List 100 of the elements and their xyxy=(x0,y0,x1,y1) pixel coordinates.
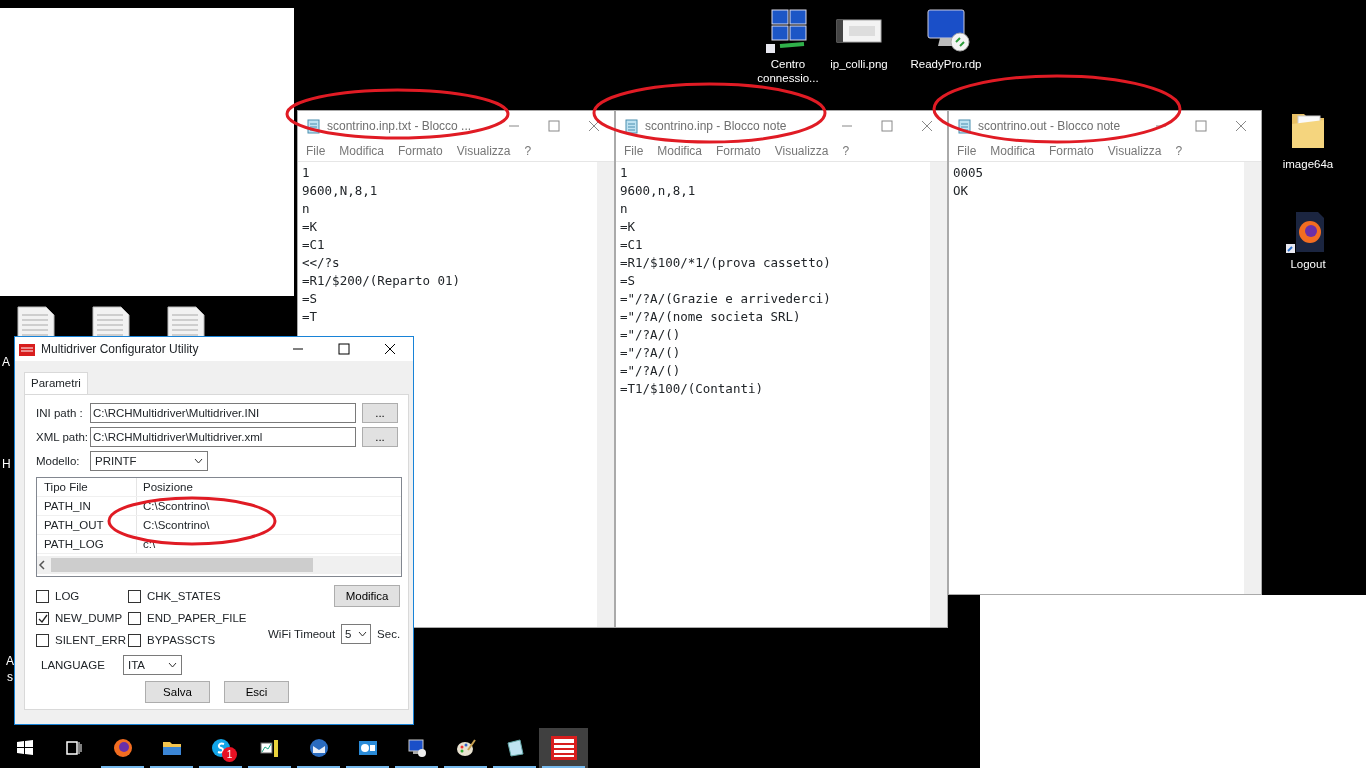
menu-item[interactable]: ? xyxy=(524,142,532,160)
checkbox[interactable] xyxy=(128,589,141,603)
text-line: ="/?A/() xyxy=(620,344,682,362)
table-cell: PATH_OUT xyxy=(37,516,137,535)
checkbox[interactable] xyxy=(36,611,49,625)
rch-app-icon[interactable] xyxy=(550,736,577,760)
scrollbar[interactable] xyxy=(1244,162,1261,594)
icon-label[interactable]: Centro connessio... xyxy=(752,57,824,85)
task-view-icon[interactable] xyxy=(63,738,84,758)
checkbox-label[interactable]: LOG xyxy=(55,587,80,605)
notepad-icon[interactable] xyxy=(504,738,525,758)
check-icon xyxy=(37,613,48,623)
maximize-icon[interactable] xyxy=(338,343,350,355)
menu-item[interactable]: Modifica xyxy=(990,142,1036,160)
icon-label[interactable]: ReadyPro.rdp xyxy=(910,57,982,71)
text-line: =T1/$100/(Contanti) xyxy=(620,380,764,398)
modifica-button[interactable]: Modifica xyxy=(334,585,401,608)
text-line: 9600,n,8,1 xyxy=(620,182,697,200)
menu-item[interactable]: Modifica xyxy=(339,142,385,160)
text-line: ="/?A/(Grazie e arrivederci) xyxy=(620,290,832,308)
taskbar-button[interactable]: 1 xyxy=(196,728,245,768)
timeout-dropdown[interactable]: 5 xyxy=(341,624,372,645)
menu-item[interactable]: Formato xyxy=(1049,142,1094,160)
presentation-icon[interactable] xyxy=(357,738,378,758)
menu-item[interactable]: File xyxy=(957,142,977,160)
menu-item[interactable]: Visualizza xyxy=(1107,142,1162,160)
text-line: ="/?A/() xyxy=(620,362,682,380)
icon-label[interactable]: A xyxy=(2,353,10,371)
column-header[interactable]: Posizione xyxy=(137,478,193,496)
checkbox-label[interactable]: SILENT_ERR xyxy=(55,631,126,649)
notepad-icon xyxy=(306,117,321,135)
firefox-icon[interactable] xyxy=(112,738,133,758)
window-title: scontrino.inp - Blocco note xyxy=(645,118,788,135)
browse-button[interactable]: ... xyxy=(362,427,398,448)
remote-desktop-icon[interactable] xyxy=(406,738,427,758)
menu-item[interactable]: ? xyxy=(1175,142,1183,160)
path-field[interactable]: C:\RCHMultidriver\Multidriver.xml xyxy=(90,427,356,448)
dropdown-value: PRINTF xyxy=(95,453,137,469)
browse-button[interactable]: ... xyxy=(362,403,398,424)
scrollbar[interactable] xyxy=(597,162,614,627)
horizontal-scrollbar[interactable] xyxy=(37,556,401,575)
tab[interactable]: Parametri xyxy=(24,372,88,395)
chevron-icon xyxy=(194,458,203,465)
icon-label[interactable]: Logout xyxy=(1290,257,1326,271)
menu-item[interactable]: Formato xyxy=(398,142,443,160)
text-line: n xyxy=(302,200,311,218)
chart-icon[interactable] xyxy=(259,738,280,758)
notification-badge: 1 xyxy=(222,747,237,762)
window-title: Multidriver Configurator Utility xyxy=(41,341,200,358)
scroll-left-icon[interactable] xyxy=(37,560,47,571)
icon-label[interactable]: image64a xyxy=(1282,157,1334,171)
text-line: =S xyxy=(302,290,319,308)
checkbox[interactable] xyxy=(36,633,49,647)
text-line: =R1/$100/*1/(prova cassetto) xyxy=(620,254,832,272)
menu-item[interactable]: ? xyxy=(842,142,850,160)
language-dropdown[interactable]: ITA xyxy=(123,655,182,676)
dialog-button[interactable]: Salva xyxy=(145,681,210,704)
text-line: ="/?A/() xyxy=(620,326,682,344)
checkbox[interactable] xyxy=(128,633,141,647)
text-line: =C1 xyxy=(302,236,326,254)
menu-item[interactable]: Visualizza xyxy=(774,142,829,160)
text-line: =K xyxy=(302,218,319,236)
column-header[interactable]: Tipo File xyxy=(37,478,137,497)
icon-label[interactable]: ip_colli.png xyxy=(830,57,888,71)
palette-icon[interactable] xyxy=(455,738,476,758)
text-line: =K xyxy=(620,218,637,236)
text-line: 1 xyxy=(302,164,311,182)
field-label: WiFi Timeout xyxy=(268,626,336,642)
icon-label[interactable]: H xyxy=(2,455,11,473)
close-icon[interactable] xyxy=(384,343,396,355)
checkbox[interactable] xyxy=(128,611,141,625)
text-line: n xyxy=(620,200,629,218)
checkbox-label[interactable]: NEW_DUMP xyxy=(55,609,123,627)
text-line: OK xyxy=(953,182,970,200)
field-label: INI path : xyxy=(36,405,84,421)
icon-label[interactable]: A xyxy=(6,652,14,670)
checkbox-label[interactable]: CHK_STATES xyxy=(147,587,221,605)
model-dropdown[interactable]: PRINTF xyxy=(90,451,208,472)
text-line: <</?s xyxy=(302,254,341,272)
menu-item[interactable]: Modifica xyxy=(657,142,703,160)
icon-label[interactable]: s xyxy=(7,668,13,686)
menu-item[interactable]: File xyxy=(306,142,326,160)
dialog-button[interactable]: Esci xyxy=(224,681,289,704)
taskbar-button[interactable] xyxy=(539,728,588,768)
table-cell: PATH_LOG xyxy=(37,535,137,554)
dropdown-value: 5 xyxy=(345,626,352,642)
menu-item[interactable]: Formato xyxy=(716,142,761,160)
menu-item[interactable]: Visualizza xyxy=(456,142,511,160)
table-cell-text: C:\Scontrino\ xyxy=(142,498,210,514)
path-field[interactable]: C:\RCHMultidriver\Multidriver.INI xyxy=(90,403,356,424)
menu-item[interactable]: File xyxy=(624,142,644,160)
dropdown-value: ITA xyxy=(128,657,146,673)
checkbox-label[interactable]: BYPASSCTS xyxy=(147,631,216,649)
field-label: LANGUAGE xyxy=(40,657,106,673)
windows-icon[interactable] xyxy=(14,738,35,758)
text-line: 1 xyxy=(620,164,629,182)
scrollbar[interactable] xyxy=(930,162,947,627)
checkbox[interactable] xyxy=(36,589,49,603)
mail-icon[interactable] xyxy=(308,738,329,758)
checkbox-label[interactable]: END_PAPER_FILE xyxy=(147,609,247,627)
